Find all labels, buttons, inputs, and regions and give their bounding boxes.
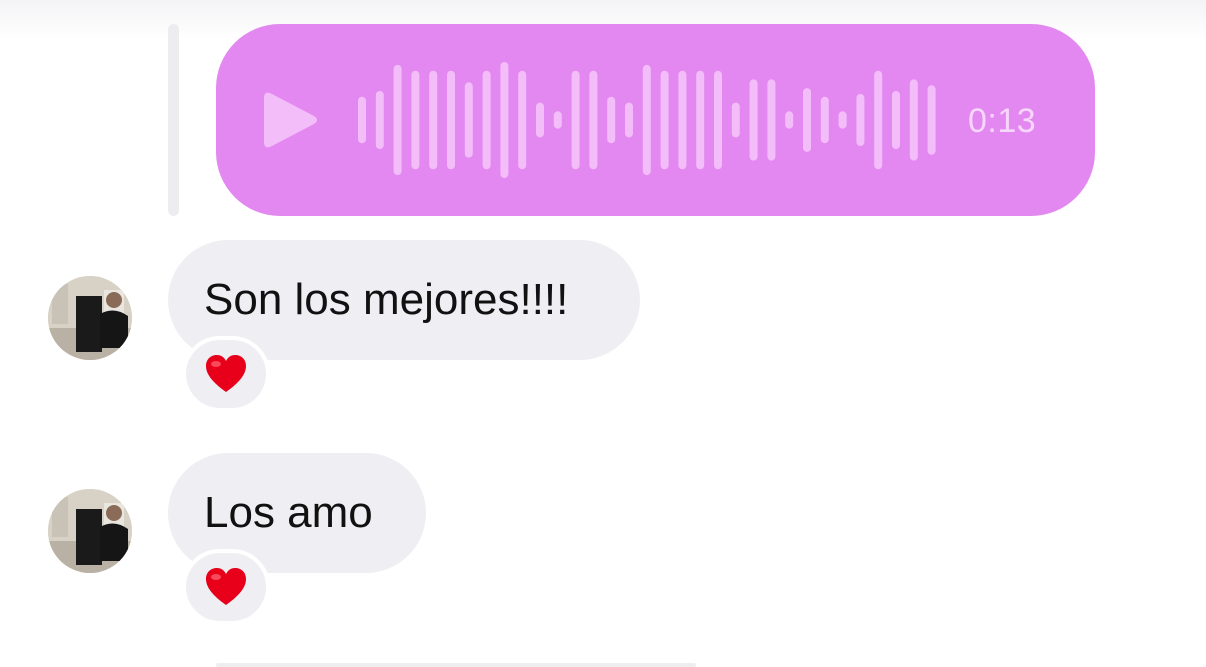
waveform-bar <box>856 93 865 147</box>
waveform-bar <box>393 64 402 176</box>
waveform-bar <box>411 70 420 170</box>
waveform-bar <box>464 82 473 158</box>
waveform-bar <box>767 79 776 161</box>
waveform-bar <box>660 70 669 170</box>
waveform-bar <box>589 70 598 170</box>
waveform-bar <box>607 96 616 144</box>
waveform-bar <box>553 111 562 129</box>
waveform-bar <box>429 70 438 170</box>
waveform-bar <box>358 96 366 144</box>
waveform-bar <box>696 70 705 170</box>
waveform-bar <box>838 111 847 129</box>
waveform-bar <box>518 70 527 170</box>
avatar[interactable] <box>48 489 132 573</box>
message-text: Son los mejores!!!! <box>204 275 569 324</box>
avatar-photo <box>48 276 132 360</box>
waveform-bar <box>482 70 491 170</box>
voice-duration: 0:13 <box>968 102 1037 140</box>
waveform-bar <box>927 85 936 155</box>
reaction-badge[interactable] <box>182 336 270 412</box>
reply-indicator-line <box>168 24 179 216</box>
waveform-bar <box>447 70 455 170</box>
waveform-bar <box>714 70 722 170</box>
waveform-bar <box>749 79 758 161</box>
message-text: Los amo <box>204 488 373 537</box>
waveform-bar <box>731 102 740 138</box>
waveform-bar <box>536 102 544 138</box>
heart-icon <box>206 355 246 392</box>
chat-thread: 0:13 Son los mejores!!!! Los amo <box>0 0 1206 667</box>
avatar[interactable] <box>48 276 132 360</box>
waveform-bar <box>820 96 829 144</box>
waveform-bar <box>892 91 900 149</box>
waveform-bar <box>803 88 811 152</box>
waveform-bar <box>571 70 580 170</box>
waveform-bar <box>909 79 918 161</box>
avatar-photo <box>48 489 132 573</box>
play-button[interactable] <box>258 88 322 152</box>
reaction-badge[interactable] <box>182 549 270 625</box>
next-message-edge <box>216 663 696 667</box>
waveform-bar <box>678 70 687 170</box>
audio-waveform[interactable] <box>358 60 938 180</box>
waveform-bar <box>642 64 651 176</box>
waveform-bar <box>785 111 794 129</box>
waveform-bar <box>500 62 509 178</box>
play-icon <box>264 92 317 148</box>
waveform-bar <box>375 91 384 149</box>
waveform-bar <box>625 102 633 138</box>
waveform-bar <box>874 70 883 170</box>
heart-icon <box>206 568 246 605</box>
